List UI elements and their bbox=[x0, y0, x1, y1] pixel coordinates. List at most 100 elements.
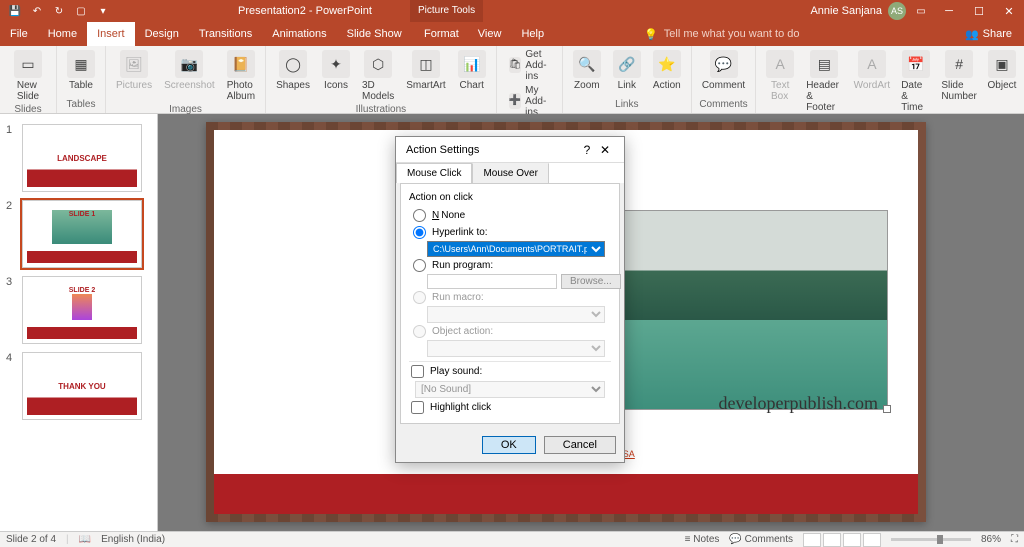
pictures-icon: 🖼 bbox=[120, 50, 148, 78]
get-addins-button[interactable]: 🛍Get Add-ins bbox=[503, 48, 556, 83]
shapes-icon: ◯ bbox=[279, 50, 307, 78]
contextual-tab-label: Picture Tools bbox=[410, 0, 483, 22]
object-button[interactable]: ▣Object bbox=[984, 48, 1020, 93]
pictures-button[interactable]: 🖼Pictures bbox=[112, 48, 156, 93]
macro-dropdown bbox=[427, 306, 605, 323]
smartart-button[interactable]: ◫SmartArt bbox=[402, 48, 449, 93]
zoom-button[interactable]: 🔍Zoom bbox=[569, 48, 605, 93]
tab-animations[interactable]: Animations bbox=[262, 22, 336, 46]
tab-home[interactable]: Home bbox=[38, 22, 87, 46]
tab-transitions[interactable]: Transitions bbox=[189, 22, 262, 46]
date-time-icon: 📅 bbox=[902, 50, 930, 78]
view-buttons bbox=[803, 533, 881, 547]
ok-button[interactable]: OK bbox=[482, 436, 536, 454]
header-footer-button[interactable]: ▤Header & Footer bbox=[802, 48, 846, 115]
qat-more-icon[interactable]: ▾ bbox=[96, 4, 110, 18]
fit-to-window-button[interactable]: ⛶ bbox=[1011, 534, 1018, 545]
zoom-icon: 🔍 bbox=[573, 50, 601, 78]
run-program-input[interactable] bbox=[427, 274, 557, 289]
notes-button[interactable]: ≡ Notes bbox=[685, 534, 720, 545]
ribbon-tabs: File Home Insert Design Transitions Anim… bbox=[0, 22, 1024, 46]
share-icon: 👥 bbox=[965, 28, 979, 41]
tab-mouse-click[interactable]: Mouse Click bbox=[396, 163, 472, 183]
tell-me-search[interactable]: 💡 Tell me what you want to do bbox=[634, 22, 809, 46]
title-bar: 💾 ↶ ↻ ▢ ▾ Presentation2 - PowerPoint Pic… bbox=[0, 0, 1024, 22]
screenshot-button[interactable]: 📷Screenshot bbox=[160, 48, 219, 93]
thumbnail-3[interactable]: 3SLIDE 2 bbox=[0, 272, 157, 348]
maximize-button[interactable]: ☐ bbox=[964, 0, 994, 22]
tab-view[interactable]: View bbox=[468, 22, 512, 46]
new-slide-icon: ▭ bbox=[14, 50, 42, 78]
textbox-icon: A bbox=[766, 50, 794, 78]
ribbon: ▭New Slide Slides ▦Table Tables 🖼Picture… bbox=[0, 46, 1024, 114]
radio-hyperlink[interactable]: Hyperlink to: bbox=[409, 224, 611, 241]
tab-slideshow[interactable]: Slide Show bbox=[337, 22, 412, 46]
dialog-titlebar[interactable]: Action Settings ? ✕ bbox=[396, 137, 624, 163]
thumbnail-1[interactable]: 1LANDSCAPE bbox=[0, 120, 157, 196]
avatar: AS bbox=[888, 2, 906, 20]
action-button[interactable]: ⭐Action bbox=[649, 48, 685, 93]
minimize-button[interactable]: ─ bbox=[934, 0, 964, 22]
user-name: Annie Sanjana bbox=[810, 5, 882, 17]
shapes-button[interactable]: ◯Shapes bbox=[272, 48, 314, 93]
addins-icon: ➕ bbox=[509, 93, 521, 109]
save-icon[interactable]: 💾 bbox=[8, 4, 22, 18]
normal-view-button[interactable] bbox=[803, 533, 821, 547]
tab-mouse-over[interactable]: Mouse Over bbox=[472, 163, 548, 183]
zoom-slider[interactable] bbox=[891, 538, 971, 541]
chart-button[interactable]: 📊Chart bbox=[454, 48, 490, 93]
comment-button[interactable]: 💬Comment bbox=[698, 48, 749, 93]
tab-help[interactable]: Help bbox=[511, 22, 554, 46]
radio-none[interactable]: NNone bbox=[409, 207, 611, 224]
spell-check-icon[interactable]: 📖 bbox=[79, 534, 91, 545]
language-button[interactable]: English (India) bbox=[101, 534, 165, 545]
red-footer-bar bbox=[214, 474, 918, 514]
tab-design[interactable]: Design bbox=[135, 22, 189, 46]
share-button[interactable]: 👥 Share bbox=[953, 22, 1024, 46]
check-highlight[interactable]: Highlight click bbox=[409, 398, 611, 417]
tab-format[interactable]: Format bbox=[410, 22, 473, 46]
cancel-button[interactable]: Cancel bbox=[544, 436, 616, 454]
thumbnail-4[interactable]: 4THANK YOU bbox=[0, 348, 157, 424]
wordart-button[interactable]: AWordArt bbox=[851, 48, 894, 93]
redo-icon[interactable]: ↻ bbox=[52, 4, 66, 18]
undo-icon[interactable]: ↶ bbox=[30, 4, 44, 18]
sorter-view-button[interactable] bbox=[823, 533, 841, 547]
zoom-percent[interactable]: 86% bbox=[981, 534, 1001, 545]
date-time-button[interactable]: 📅Date & Time bbox=[897, 48, 934, 115]
slide-thumbnails-panel: 1LANDSCAPE 2SLIDE 1 3SLIDE 2 4THANK YOU bbox=[0, 114, 158, 531]
close-button[interactable]: ✕ bbox=[994, 0, 1024, 22]
tab-file[interactable]: File bbox=[0, 22, 38, 46]
table-button[interactable]: ▦Table bbox=[63, 48, 99, 93]
hyperlink-dropdown[interactable]: C:\Users\Ann\Documents\PORTRAIT.pptx#POR… bbox=[427, 241, 605, 257]
slide-counter[interactable]: Slide 2 of 4 bbox=[6, 534, 56, 545]
help-button[interactable]: ? bbox=[578, 143, 596, 157]
dialog-close-button[interactable]: ✕ bbox=[596, 143, 614, 157]
link-button[interactable]: 🔗Link bbox=[609, 48, 645, 93]
user-account[interactable]: Annie Sanjana AS bbox=[810, 2, 906, 20]
text-box-button[interactable]: AText Box bbox=[762, 48, 798, 104]
slideshow-icon[interactable]: ▢ bbox=[74, 4, 88, 18]
thumbnail-2[interactable]: 2SLIDE 1 bbox=[0, 196, 157, 272]
zoom-thumb[interactable] bbox=[937, 535, 943, 544]
slide-number-button[interactable]: #Slide Number bbox=[938, 48, 980, 104]
check-play-sound[interactable]: Play sound: bbox=[409, 361, 611, 381]
new-slide-button[interactable]: ▭New Slide bbox=[6, 48, 50, 104]
3d-models-icon: ⬡ bbox=[364, 50, 392, 78]
action-settings-dialog: Action Settings ? ✕ Mouse Click Mouse Ov… bbox=[395, 136, 625, 463]
radio-run-program[interactable]: Run program: bbox=[409, 257, 611, 274]
3d-models-button[interactable]: ⬡3D Models bbox=[358, 48, 398, 104]
photo-album-button[interactable]: 📔Photo Album bbox=[223, 48, 259, 104]
slideshow-view-button[interactable] bbox=[863, 533, 881, 547]
tab-insert[interactable]: Insert bbox=[87, 22, 135, 46]
icons-button[interactable]: ✦Icons bbox=[318, 48, 354, 93]
ribbon-options-icon[interactable]: ▭ bbox=[914, 4, 928, 18]
store-icon: 🛍 bbox=[509, 57, 522, 73]
comments-button[interactable]: 💬 Comments bbox=[729, 534, 793, 545]
reading-view-button[interactable] bbox=[843, 533, 861, 547]
quick-access-toolbar: 💾 ↶ ↻ ▢ ▾ bbox=[0, 4, 118, 18]
icons-icon: ✦ bbox=[322, 50, 350, 78]
link-icon: 🔗 bbox=[613, 50, 641, 78]
browse-button[interactable]: Browse... bbox=[561, 274, 621, 289]
action-icon: ⭐ bbox=[653, 50, 681, 78]
